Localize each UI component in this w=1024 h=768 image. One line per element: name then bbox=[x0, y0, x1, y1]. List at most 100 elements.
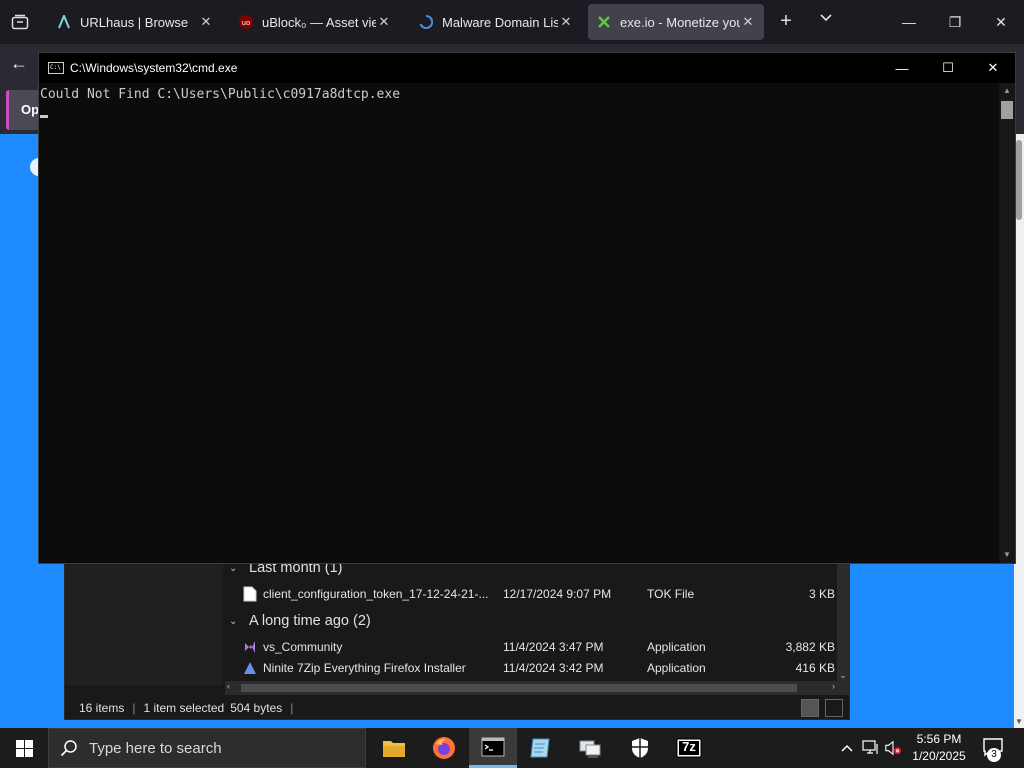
desktop: URLhaus | Browse ✕ uo uBlock₀ — Asset vi… bbox=[0, 0, 1024, 768]
search-placeholder: Type here to search bbox=[89, 739, 222, 757]
file-list-vertical-scrollbar[interactable]: ⌄ bbox=[837, 557, 849, 681]
taskbar: Type here to search 7z 5:56 PM 1/20/2025… bbox=[0, 728, 1024, 768]
close-icon[interactable]: ✕ bbox=[198, 14, 214, 30]
large-icons-view-icon[interactable] bbox=[825, 699, 843, 717]
security-shield-icon bbox=[632, 738, 648, 758]
back-button[interactable]: ← bbox=[10, 53, 36, 77]
file-type: Application bbox=[647, 661, 706, 675]
cmd-title-bar[interactable]: C:\ C:\Windows\system32\cmd.exe — ☐ ✕ bbox=[39, 53, 1015, 83]
tab-overview-icon bbox=[11, 14, 29, 30]
clock-time: 5:56 PM bbox=[916, 732, 962, 746]
file-explorer-icon bbox=[383, 741, 405, 757]
scroll-down-icon[interactable]: ▼ bbox=[1014, 717, 1024, 726]
visual-studio-icon bbox=[245, 641, 255, 653]
tab-malware-domain-list[interactable]: Malware Domain List ✕ bbox=[410, 4, 582, 40]
status-separator: | bbox=[132, 701, 136, 715]
chevron-down-icon: ⌄ bbox=[229, 562, 238, 574]
close-icon[interactable]: ✕ bbox=[376, 14, 392, 30]
file-list: ⌄ Last month (1) client_configuration_to… bbox=[225, 557, 837, 683]
cmd-close-button[interactable]: ✕ bbox=[970, 53, 1016, 83]
selection-size: 504 bytes bbox=[230, 701, 283, 715]
clock-date: 1/20/2025 bbox=[912, 749, 966, 763]
file-list-horizontal-scrollbar[interactable]: ‹ › bbox=[225, 681, 849, 695]
cmd-window: C:\ C:\Windows\system32\cmd.exe — ☐ ✕ Co… bbox=[38, 52, 1016, 564]
list-all-tabs-button[interactable] bbox=[814, 10, 838, 34]
chevron-down-icon: ⌄ bbox=[229, 615, 238, 627]
text-cursor bbox=[40, 115, 48, 118]
navigation-pane[interactable] bbox=[65, 557, 223, 685]
loading-icon bbox=[418, 14, 434, 30]
scroll-down-icon[interactable]: ▼ bbox=[999, 547, 1015, 563]
group-header-long-time-ago[interactable]: ⌄ A long time ago (2) bbox=[229, 610, 371, 632]
cmd-minimize-button[interactable]: — bbox=[879, 53, 925, 83]
ublock-icon: uo bbox=[238, 14, 254, 30]
network-app-icon bbox=[579, 740, 601, 758]
status-bar: 16 items | 1 item selected 504 bytes | bbox=[65, 697, 849, 719]
ninite-icon bbox=[244, 662, 256, 674]
scroll-down-icon[interactable]: ⌄ bbox=[837, 670, 849, 681]
firefox-icon bbox=[433, 737, 455, 759]
file-size: 3 KB bbox=[808, 587, 835, 601]
scroll-left-icon[interactable]: ‹ bbox=[227, 681, 230, 691]
taskbar-windows-security[interactable] bbox=[616, 728, 664, 768]
windows-logo-icon bbox=[15, 739, 33, 757]
notification-badge: 3 bbox=[987, 748, 1001, 762]
start-button[interactable] bbox=[0, 728, 48, 768]
speaker-muted-icon bbox=[885, 740, 902, 756]
file-name: client_configuration_token_17-12-24-21-.… bbox=[263, 587, 489, 601]
scroll-right-icon[interactable]: › bbox=[832, 681, 835, 691]
tab-label: URLhaus | Browse bbox=[80, 14, 189, 30]
firefox-view-button[interactable] bbox=[0, 0, 40, 44]
chevron-down-icon bbox=[820, 14, 832, 22]
file-name: Ninite 7Zip Everything Firefox Installer bbox=[263, 661, 466, 675]
file-size: 3,882 KB bbox=[785, 640, 835, 654]
console-line: Could Not Find C:\Users\Public\c0917a8dt… bbox=[40, 87, 401, 102]
taskbar-clock[interactable]: 5:56 PM 1/20/2025 bbox=[904, 731, 974, 765]
urlhaus-icon bbox=[56, 14, 72, 30]
file-name: vs_Community bbox=[263, 640, 343, 654]
search-icon bbox=[49, 739, 89, 757]
close-icon[interactable]: ✕ bbox=[740, 14, 756, 30]
console-output[interactable]: Could Not Find C:\Users\Public\c0917a8dt… bbox=[39, 83, 999, 563]
tab-label: uBlock₀ — Asset viewer bbox=[262, 14, 376, 30]
details-view-icon[interactable] bbox=[801, 699, 819, 717]
new-tab-button[interactable]: + bbox=[774, 10, 798, 34]
taskbar-cmd[interactable] bbox=[469, 728, 517, 768]
scroll-up-icon[interactable]: ▲ bbox=[999, 83, 1015, 99]
scrollbar-thumb[interactable] bbox=[1001, 101, 1013, 119]
cmd-icon bbox=[481, 737, 505, 756]
file-type: Application bbox=[647, 640, 706, 654]
file-row[interactable]: Ninite 7Zip Everything Firefox Installer… bbox=[243, 658, 835, 678]
taskbar-network-app[interactable] bbox=[566, 728, 614, 768]
taskbar-search-box[interactable]: Type here to search bbox=[48, 728, 366, 768]
tab-ublock[interactable]: uo uBlock₀ — Asset viewer ✕ bbox=[230, 4, 400, 40]
close-icon[interactable]: ✕ bbox=[558, 14, 574, 30]
scrollbar-thumb[interactable] bbox=[241, 684, 797, 692]
show-hidden-icons-button[interactable] bbox=[838, 738, 856, 758]
browser-minimize-button[interactable]: — bbox=[886, 0, 932, 44]
exeio-icon bbox=[596, 14, 612, 30]
file-type: TOK File bbox=[647, 587, 695, 601]
tab-label: Malware Domain List bbox=[442, 14, 558, 30]
taskbar-file-explorer[interactable] bbox=[370, 728, 418, 768]
tab-exeio[interactable]: exe.io - Monetize your ✕ bbox=[588, 4, 764, 40]
scrollbar-thumb[interactable] bbox=[1016, 140, 1022, 220]
browser-restore-button[interactable]: ❐ bbox=[932, 0, 978, 44]
file-row[interactable]: client_configuration_token_17-12-24-21-.… bbox=[243, 584, 835, 604]
tab-urlhaus[interactable]: URLhaus | Browse ✕ bbox=[48, 4, 222, 40]
status-separator: | bbox=[290, 701, 294, 715]
cmd-scrollbar[interactable]: ▲ ▼ bbox=[999, 83, 1015, 563]
file-row[interactable]: vs_Community 11/4/2024 3:47 PM Applicati… bbox=[243, 637, 835, 657]
item-count: 16 items bbox=[79, 701, 125, 715]
taskbar-notepad[interactable] bbox=[517, 728, 565, 768]
file-icon bbox=[243, 586, 257, 602]
browser-close-button[interactable]: ✕ bbox=[978, 0, 1024, 44]
cmd-maximize-button[interactable]: ☐ bbox=[925, 53, 971, 83]
chevron-up-icon bbox=[841, 744, 853, 752]
network-tray-button[interactable] bbox=[862, 738, 880, 758]
console-prompt-line bbox=[40, 105, 999, 125]
taskbar-7zip[interactable]: 7z bbox=[665, 728, 713, 768]
volume-tray-button[interactable] bbox=[884, 738, 902, 758]
view-toggle bbox=[801, 699, 843, 717]
taskbar-firefox[interactable] bbox=[420, 728, 468, 768]
